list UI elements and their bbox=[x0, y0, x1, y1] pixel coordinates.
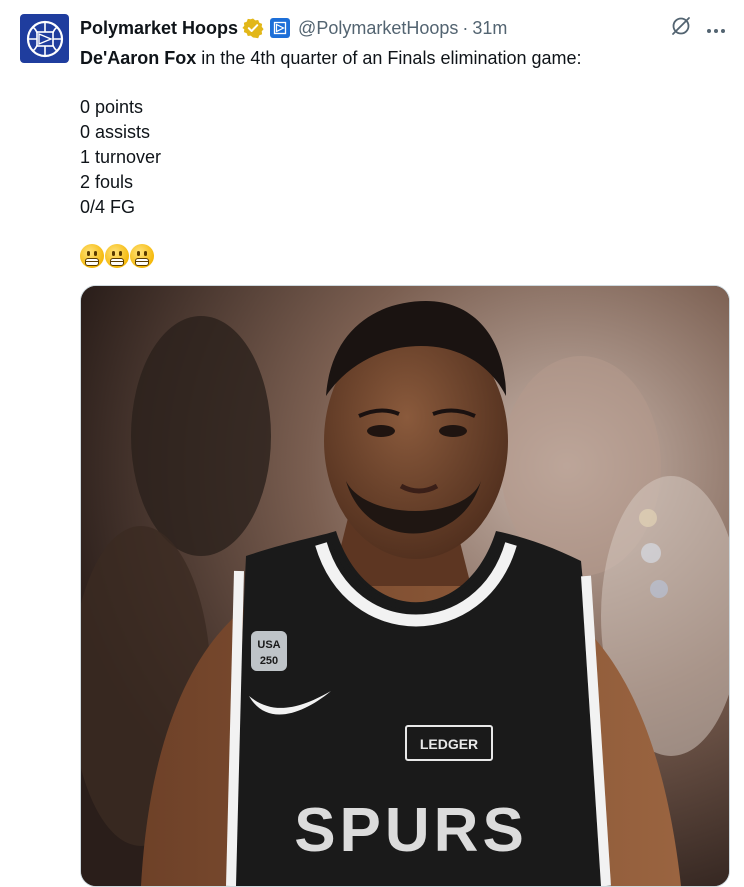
polymarket-basketball-logo-icon bbox=[26, 20, 63, 57]
stat-lines: 0 points 0 assists 1 turnover 2 fouls 0/… bbox=[80, 95, 161, 220]
avatar[interactable] bbox=[20, 14, 69, 63]
emoji-row bbox=[80, 244, 154, 268]
stat-line: 0/4 FG bbox=[80, 197, 136, 217]
stat-line: 1 turnover bbox=[80, 147, 162, 167]
post-text-first-line: De'Aaron Fox in the 4th quarter of an Fi… bbox=[80, 46, 724, 70]
stat-line: 0 assists bbox=[80, 122, 151, 142]
grok-icon[interactable] bbox=[670, 15, 692, 42]
post-text-rest: in the 4th quarter of an Finals eliminat… bbox=[196, 48, 582, 68]
post-timestamp[interactable]: 31m bbox=[472, 18, 507, 39]
post-actions bbox=[670, 15, 726, 42]
user-handle[interactable]: @PolymarketHoops bbox=[298, 18, 458, 39]
player-name: De'Aaron Fox bbox=[80, 48, 197, 68]
separator-dot: · bbox=[462, 17, 469, 38]
grimacing-face-icon bbox=[80, 244, 104, 268]
post-media-photo[interactable]: USA 250 LEDGER SPURS bbox=[80, 285, 730, 887]
jersey-patch-text: LEDGER bbox=[420, 736, 478, 752]
stat-line: 0 points bbox=[80, 97, 144, 117]
grimacing-face-icon bbox=[105, 244, 129, 268]
stat-line: 2 fouls bbox=[80, 172, 134, 192]
affiliate-badge-icon[interactable] bbox=[270, 18, 291, 38]
jersey-badge-bottom: 250 bbox=[260, 655, 278, 667]
grimacing-face-icon bbox=[130, 244, 154, 268]
post-header: Polymarket Hoops @PolymarketHoops · 31m bbox=[80, 14, 726, 42]
jersey-team-name: SPURS bbox=[294, 796, 528, 865]
more-options-icon[interactable] bbox=[706, 18, 726, 39]
player-photo: USA 250 LEDGER SPURS bbox=[81, 286, 729, 886]
display-name[interactable]: Polymarket Hoops bbox=[80, 18, 238, 39]
jersey-badge-top: USA bbox=[257, 639, 280, 651]
verified-badge-icon[interactable] bbox=[242, 17, 264, 39]
